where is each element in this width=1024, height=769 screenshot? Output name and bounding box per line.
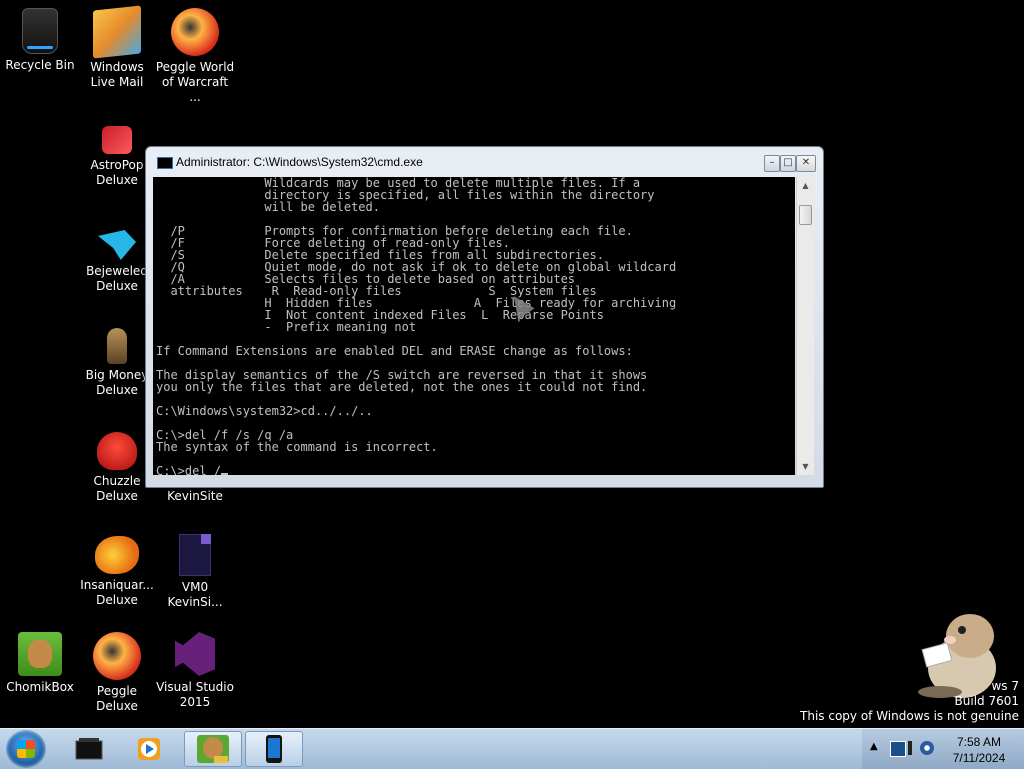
peggle-icon — [171, 8, 219, 56]
insaniquarium-icon — [95, 536, 139, 574]
desktop-icon-recycle-bin[interactable]: Recycle Bin — [0, 8, 80, 73]
file-icon — [179, 534, 211, 576]
clock-date: 7/11/2024 — [952, 751, 1006, 765]
recycle-bin-icon — [22, 8, 58, 54]
network-icon[interactable] — [908, 741, 912, 755]
maximize-button[interactable]: □ — [780, 155, 796, 172]
desktop-icon-chomikbox[interactable]: ChomikBox — [0, 632, 80, 695]
desktop-icon-insaniquarium[interactable]: Insaniquar... Deluxe — [77, 528, 157, 608]
taskbar-item-device[interactable] — [245, 731, 303, 767]
vertical-scrollbar[interactable]: ▲ ▼ — [796, 177, 814, 475]
taskbar-item-media-player[interactable] — [120, 731, 178, 767]
desktop-icon-vm0-kevinsite[interactable]: VM0 KevinSi... — [155, 528, 235, 610]
scroll-down-arrow-icon[interactable]: ▼ — [797, 458, 814, 475]
desktop-icon-label: Recycle Bin — [5, 58, 75, 72]
desktop-icon-label: ChomikBox — [6, 680, 74, 694]
desktop-icon-kevinsite[interactable]: KevinSite — [155, 489, 235, 504]
scroll-thumb[interactable] — [799, 205, 812, 225]
desktop-icon-label: Visual Studio 2015 — [156, 680, 234, 709]
desktop-icon-peggle-wow[interactable]: Peggle World of Warcraft ... — [155, 8, 235, 105]
cmd-app-icon[interactable] — [157, 157, 173, 169]
chomikbox-icon — [18, 632, 62, 676]
system-tray: ▲ 7:58 AM 7/11/2024 — [862, 729, 1024, 769]
desktop-icon-peggle-deluxe[interactable]: Peggle Deluxe — [77, 632, 157, 714]
windows-logo-icon — [17, 740, 35, 758]
watermark-not-genuine: This copy of Windows is not genuine — [800, 709, 1019, 723]
cmd-window-title: Administrator: C:\Windows\System32\cmd.e… — [176, 155, 423, 169]
media-player-icon — [138, 738, 160, 760]
taskbar-item-chomikbox[interactable] — [184, 731, 242, 767]
cmd-titlebar[interactable]: Administrator: C:\Windows\System32\cmd.e… — [146, 147, 823, 177]
start-button[interactable] — [6, 730, 46, 768]
taskbar-clock[interactable]: 7:58 AM 7/11/2024 — [944, 734, 1014, 766]
minimize-button[interactable]: – — [764, 155, 780, 172]
desktop-icon-label: KevinSite — [167, 489, 223, 503]
astropop-icon — [102, 126, 132, 154]
phone-icon — [266, 735, 282, 763]
desktop-icon-label: Insaniquar... Deluxe — [80, 578, 154, 607]
mail-icon — [93, 5, 141, 59]
cmd-console[interactable]: Wildcards may be used to delete multiple… — [153, 177, 795, 475]
big-money-icon — [107, 328, 127, 364]
console-output: Wildcards may be used to delete multiple… — [156, 177, 677, 475]
desktop-icon-label: VM0 KevinSi... — [167, 580, 223, 609]
clock-time: 7:58 AM — [956, 735, 1002, 749]
action-center-icon[interactable] — [890, 741, 906, 757]
bejeweled-icon — [98, 230, 136, 260]
visual-studio-icon — [175, 632, 215, 676]
cmd-window[interactable]: Administrator: C:\Windows\System32\cmd.e… — [145, 146, 824, 488]
desktop-icon-label: Windows Live Mail — [90, 60, 144, 89]
chomikbox-icon — [197, 735, 229, 763]
desktop-icon-label: Peggle Deluxe — [96, 684, 138, 713]
show-hidden-icons-icon[interactable]: ▲ — [870, 741, 878, 752]
volume-icon[interactable] — [920, 741, 934, 755]
chuzzle-icon — [97, 432, 137, 470]
text-cursor — [221, 473, 229, 475]
scroll-up-arrow-icon[interactable]: ▲ — [797, 177, 814, 194]
taskbar: ▲ 7:58 AM 7/11/2024 — [0, 728, 1024, 769]
taskbar-item-command-prompt[interactable] — [60, 731, 118, 767]
close-button[interactable]: ✕ — [796, 155, 816, 172]
watermark-os-version: ws 7 — [991, 679, 1019, 693]
desktop-icon-visual-studio[interactable]: Visual Studio 2015 — [155, 632, 235, 710]
windows-genuine-watermark: ws 7 Build 7601 This copy of Windows is … — [800, 679, 1019, 724]
watermark-build: Build 7601 — [954, 694, 1019, 708]
peggle-icon — [93, 632, 141, 680]
desktop-icon-windows-live-mail[interactable]: Windows Live Mail — [77, 5, 157, 90]
desktop-icon-label: Peggle World of Warcraft ... — [155, 60, 235, 104]
cmd-icon — [75, 738, 103, 760]
